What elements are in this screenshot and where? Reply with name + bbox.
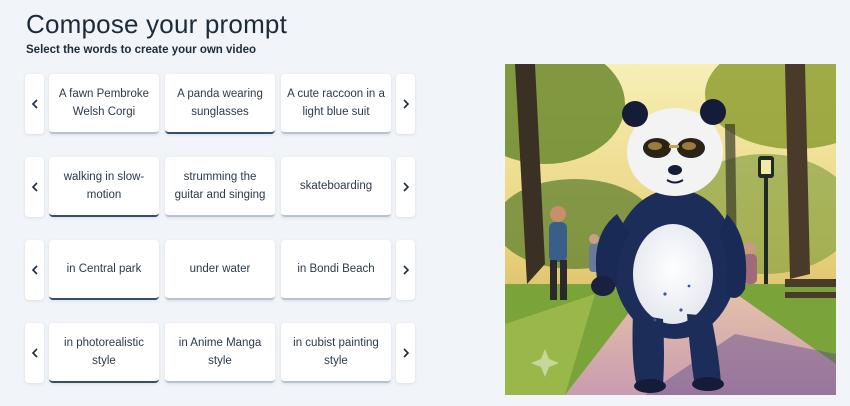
option-label: A fawn Pembroke Welsh Corgi: [58, 88, 150, 118]
option-label: in Central park: [66, 263, 142, 275]
option-label: in photorealistic style: [64, 337, 144, 367]
option-card[interactable]: in cubist painting style: [281, 323, 391, 383]
prompt-row-location: in Central park under water in Bondi Bea…: [24, 238, 416, 302]
chevron-left-icon: [31, 348, 38, 358]
option-label: walking in slow-motion: [63, 171, 145, 201]
chevron-left-icon: [31, 182, 38, 192]
chevron-right-icon: [402, 182, 409, 192]
option-card-selected[interactable]: A panda wearing sunglasses: [165, 74, 275, 134]
page-subtitle: Select the words to create your own vide…: [26, 44, 257, 56]
chevron-right-icon: [402, 348, 409, 358]
video-preview-image: [505, 64, 836, 395]
option-card[interactable]: under water: [165, 240, 275, 300]
option-card[interactable]: skateboarding: [281, 157, 391, 217]
next-button[interactable]: [396, 240, 415, 300]
prev-button[interactable]: [25, 240, 44, 300]
prev-button[interactable]: [25, 74, 44, 134]
option-card-selected[interactable]: in photorealistic style: [49, 323, 159, 383]
option-label: A panda wearing sunglasses: [177, 88, 263, 118]
prev-button[interactable]: [25, 157, 44, 217]
prompt-row-subject: A fawn Pembroke Welsh Corgi A panda wear…: [24, 72, 416, 136]
next-button[interactable]: [396, 157, 415, 217]
option-card[interactable]: in Bondi Beach: [281, 240, 391, 300]
option-label: strumming the guitar and singing: [174, 171, 266, 201]
video-preview: [505, 64, 836, 395]
chevron-right-icon: [402, 265, 409, 275]
prev-button[interactable]: [25, 323, 44, 383]
option-label: skateboarding: [299, 180, 373, 192]
option-card-selected[interactable]: in Central park: [49, 240, 159, 300]
chevron-right-icon: [402, 99, 409, 109]
option-label: under water: [189, 263, 251, 275]
next-button[interactable]: [396, 323, 415, 383]
option-card[interactable]: strumming the guitar and singing: [165, 157, 275, 217]
option-label: A cute raccoon in a light blue suit: [287, 88, 385, 118]
option-card[interactable]: A cute raccoon in a light blue suit: [281, 74, 391, 134]
prompt-row-style: in photorealistic style in Anime Manga s…: [24, 321, 416, 385]
chevron-left-icon: [31, 265, 38, 275]
option-card-selected[interactable]: walking in slow-motion: [49, 157, 159, 217]
option-label: in Bondi Beach: [297, 263, 375, 275]
option-card[interactable]: A fawn Pembroke Welsh Corgi: [49, 74, 159, 134]
chevron-left-icon: [31, 99, 38, 109]
option-card[interactable]: in Anime Manga style: [165, 323, 275, 383]
prompt-row-action: walking in slow-motion strumming the gui…: [24, 155, 416, 219]
option-label: in Anime Manga style: [178, 337, 262, 367]
option-label: in cubist painting style: [293, 337, 379, 367]
page-title: Compose your prompt: [26, 9, 288, 39]
next-button[interactable]: [396, 74, 415, 134]
